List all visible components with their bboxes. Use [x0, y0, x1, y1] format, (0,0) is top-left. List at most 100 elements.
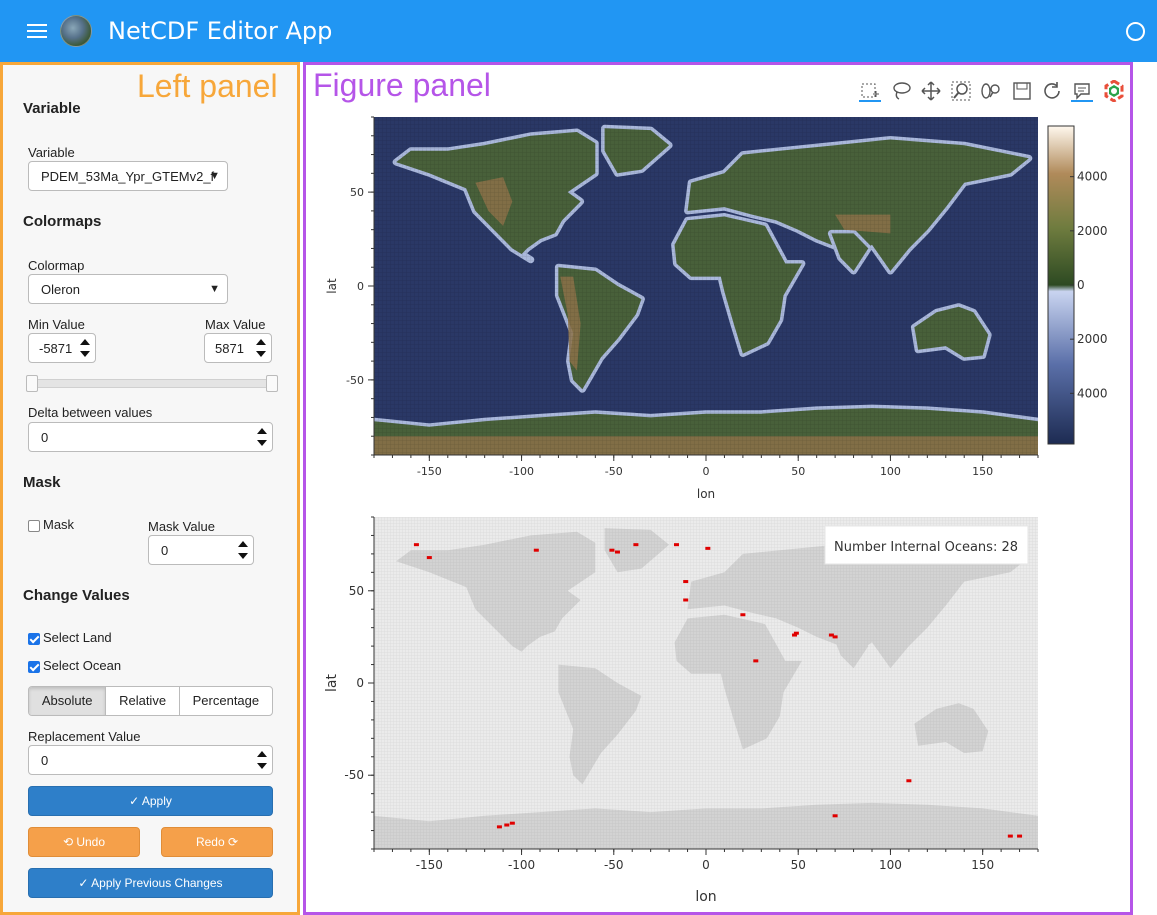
internal-ocean-marker	[609, 548, 615, 552]
x-tick-label: 50	[791, 465, 805, 478]
max-value-label: Max Value	[205, 317, 266, 332]
x-tick-label: 150	[971, 858, 994, 872]
spinner-icon[interactable]	[255, 337, 267, 359]
internal-ocean-marker	[1017, 834, 1023, 838]
mask-section-title: Mask	[23, 474, 61, 491]
undo-button[interactable]: ⟲ Undo	[28, 827, 140, 857]
internal-ocean-marker	[793, 631, 799, 635]
y-tick-label: -50	[344, 768, 364, 782]
app-title: NetCDF Editor App	[108, 17, 333, 45]
min-value-input[interactable]: -5871	[28, 333, 96, 363]
chevron-down-icon: ▼	[209, 283, 220, 295]
replacement-value-label: Replacement Value	[28, 729, 141, 744]
spinner-icon[interactable]	[256, 749, 268, 771]
x-tick-label: -100	[508, 858, 535, 872]
bokeh-logo-icon[interactable]	[1103, 79, 1125, 103]
mode-absolute-button[interactable]: Absolute	[29, 687, 107, 715]
internal-ocean-marker	[533, 548, 539, 552]
lasso-select-icon[interactable]	[890, 80, 912, 102]
mode-percentage-button[interactable]: Percentage	[180, 687, 272, 715]
change-mode-button-group: Absolute Relative Percentage	[28, 686, 273, 716]
colormap-label: Colormap	[28, 258, 85, 273]
x-tick-label: 100	[879, 858, 902, 872]
replacement-value-text: 0	[41, 753, 49, 768]
colorbar-tick-label: 0	[1077, 278, 1085, 292]
internal-ocean-marker	[683, 580, 689, 584]
figure-panel-annotation: Figure panel	[313, 67, 491, 103]
colormap-select-value: Oleron	[41, 282, 81, 297]
apply-previous-changes-button[interactable]: ✓ Apply Previous Changes	[28, 868, 273, 898]
x-axis-label: lon	[695, 889, 716, 905]
select-ocean-checkbox[interactable]	[28, 661, 40, 673]
internal-ocean-marker	[509, 821, 515, 825]
internal-ocean-marker	[614, 550, 620, 554]
reset-icon[interactable]	[1041, 80, 1063, 102]
y-tick-label: 0	[357, 280, 364, 293]
chevron-down-icon: ▼	[209, 170, 220, 182]
mask-value-label: Mask Value	[148, 519, 215, 534]
select-ocean-label: Select Ocean	[43, 658, 122, 673]
mask-value-input[interactable]: 0	[148, 535, 254, 565]
colormap-select[interactable]: Oleron ▼	[28, 274, 228, 304]
internal-oceans-chart[interactable]: Number Internal Oceans: 28 -150 -100 -50 0 5…	[306, 508, 1126, 912]
min-value-text: -5871	[39, 341, 73, 356]
busy-indicator-icon	[1126, 22, 1145, 41]
x-tick-label: 150	[972, 465, 993, 478]
delta-input[interactable]: 0	[28, 422, 273, 452]
internal-ocean-marker	[1007, 834, 1013, 838]
internal-ocean-marker	[633, 543, 639, 547]
delta-value-text: 0	[41, 430, 49, 445]
x-tick-label: 100	[880, 465, 901, 478]
colormaps-section-title: Colormaps	[23, 213, 102, 230]
variable-select[interactable]: PDEM_53Ma_Ypr_GTEMv2_f ▼	[28, 161, 228, 191]
hamburger-menu-icon[interactable]	[27, 24, 47, 40]
range-slider-high-handle[interactable]	[266, 375, 278, 392]
spinner-icon[interactable]	[256, 426, 268, 448]
x-tick-label: 0	[702, 858, 710, 872]
mode-relative-button[interactable]: Relative	[106, 687, 180, 715]
internal-ocean-marker	[832, 635, 838, 639]
variable-section-title: Variable	[23, 100, 81, 117]
x-tick-label: 0	[703, 465, 710, 478]
hover-icon[interactable]	[1071, 80, 1093, 102]
x-tick-label: -50	[604, 858, 624, 872]
replacement-value-input[interactable]: 0	[28, 745, 273, 775]
colorbar-tick-label: 2000	[1077, 224, 1108, 238]
x-tick-label: 50	[791, 858, 806, 872]
select-land-label: Select Land	[43, 630, 112, 645]
redo-button[interactable]: Redo ⟳	[161, 827, 273, 857]
internal-oceans-count-label: Number Internal Oceans: 28	[834, 540, 1018, 555]
box-zoom-icon[interactable]	[950, 80, 972, 102]
save-icon[interactable]	[1011, 80, 1033, 102]
internal-ocean-marker	[740, 613, 746, 617]
box-select-icon[interactable]	[859, 80, 881, 102]
y-axis-label: lat	[325, 278, 339, 294]
min-value-label: Min Value	[28, 317, 85, 332]
y-tick-label: 50	[350, 186, 364, 199]
mask-checkbox[interactable]	[28, 520, 40, 532]
internal-ocean-marker	[413, 543, 419, 547]
pixel-grid-overlay	[374, 117, 1038, 455]
spinner-icon[interactable]	[237, 539, 249, 561]
max-value-text: 5871	[215, 341, 244, 356]
elevation-map-chart[interactable]: -150 -100 -50 0 50 100 150 50 0 -50 lon lat 4000 200…	[306, 108, 1126, 508]
max-value-input[interactable]: 5871	[204, 333, 272, 363]
internal-ocean-marker	[683, 598, 689, 602]
spinner-icon[interactable]	[79, 337, 91, 359]
elevation-plot-area	[374, 117, 1038, 455]
variable-select-value: PDEM_53Ma_Ypr_GTEMv2_f	[41, 169, 215, 184]
x-tick-label: -50	[605, 465, 623, 478]
x-tick-label: -100	[509, 465, 534, 478]
apply-button[interactable]: ✓ Apply	[28, 786, 273, 816]
range-slider-low-handle[interactable]	[26, 375, 38, 392]
internal-ocean-marker	[496, 825, 502, 829]
colorbar-ticks: 4000 2000 0 2000 4000	[1070, 170, 1108, 400]
internal-ocean-marker	[426, 556, 432, 560]
colorbar-tick-label: 2000	[1077, 332, 1108, 346]
pan-icon[interactable]	[920, 80, 942, 102]
internal-ocean-marker	[504, 823, 510, 827]
select-land-checkbox[interactable]	[28, 633, 40, 645]
y-tick-label: 50	[349, 584, 364, 598]
colormap-range-slider[interactable]	[32, 379, 272, 388]
wheel-zoom-icon[interactable]	[980, 80, 1002, 102]
